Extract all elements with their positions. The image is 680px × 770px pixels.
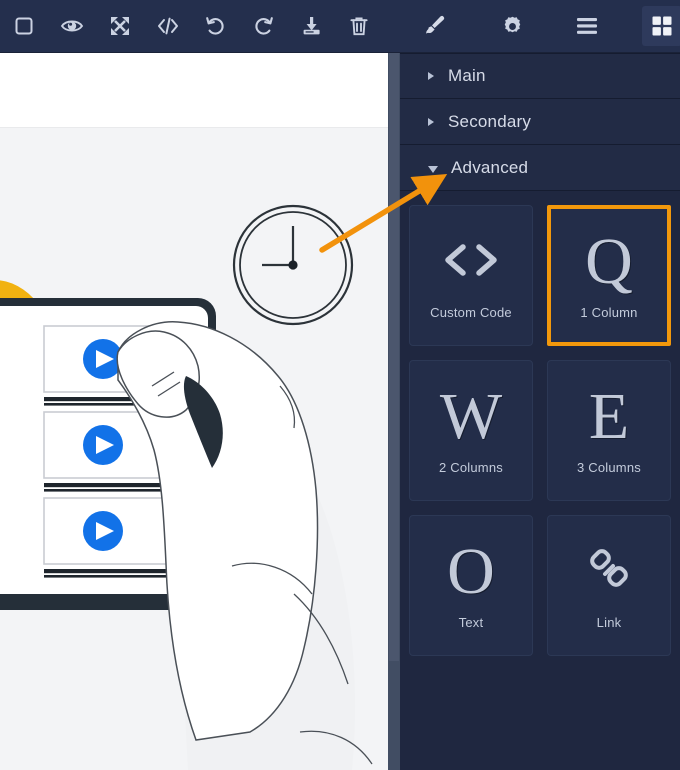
trash-icon (348, 15, 370, 37)
letter-w-glyph: W (439, 379, 503, 453)
letter-e-glyph: E (588, 379, 630, 453)
block-tile-label: Custom Code (430, 305, 512, 320)
canvas-top-blank (0, 53, 388, 128)
layers-icon-button[interactable] (567, 6, 607, 46)
chevron-right-icon (428, 117, 434, 126)
chevron-right-icon (428, 72, 434, 80)
sidebar-section-secondary[interactable]: Secondary (400, 99, 680, 145)
sidebar-section-secondary-label: Secondary (448, 111, 532, 131)
letter-q-glyph: Q (585, 224, 633, 298)
frame-icon-button[interactable] (4, 6, 44, 46)
download-icon-button[interactable] (291, 6, 331, 46)
gear-icon (501, 15, 524, 38)
illustration-artwork (0, 204, 373, 770)
sidebar-section-main-label: Main (448, 66, 486, 85)
download-icon (300, 15, 323, 37)
block-tile-link[interactable]: Link (547, 515, 671, 656)
block-tile-label: 1 Column (580, 305, 638, 321)
layers-icon (575, 16, 599, 36)
canvas-scrollbar[interactable] (388, 53, 400, 770)
editor-canvas[interactable] (0, 53, 388, 770)
chain-link-icon (586, 541, 632, 599)
sidebar-section-main[interactable]: Main (400, 53, 680, 99)
code-icon (156, 15, 180, 37)
blocks-sidebar: Main Secondary Advanced Custom Code Q 1 … (400, 53, 680, 770)
blocks-grid-icon-button[interactable] (642, 6, 680, 46)
block-tile-label: Text (458, 615, 484, 631)
trash-icon-button[interactable] (339, 6, 379, 46)
chevron-down-icon (428, 165, 438, 173)
app-root: Main Secondary Advanced Custom Code Q 1 … (0, 0, 680, 770)
block-tile-label: Link (596, 615, 622, 630)
brush-icon-button[interactable] (415, 6, 455, 46)
brush-icon (423, 14, 447, 38)
top-toolbar (0, 0, 680, 53)
redo-icon (252, 15, 275, 37)
fullscreen-icon (109, 15, 131, 37)
block-tile-text[interactable]: O Text (409, 515, 533, 656)
block-tile-3-columns[interactable]: E 3 Columns (547, 360, 671, 501)
block-tile-label: 3 Columns (577, 460, 641, 476)
sidebar-section-advanced-label: Advanced (451, 157, 529, 177)
block-tile-1-column[interactable]: Q 1 Column (547, 205, 671, 346)
sidebar-section-advanced[interactable]: Advanced (400, 145, 680, 191)
preview-eye-icon (60, 15, 84, 37)
undo-icon-button[interactable] (195, 6, 235, 46)
letter-o-glyph: O (447, 534, 495, 608)
blocks-grid-icon (651, 15, 673, 37)
canvas-illustration[interactable] (0, 128, 388, 770)
blocks-grid: Custom Code Q 1 Column W 2 Columns E 3 C… (400, 191, 680, 656)
code-icon-button[interactable] (148, 6, 188, 46)
preview-eye-icon-button[interactable] (52, 6, 92, 46)
undo-icon (204, 15, 227, 37)
angle-brackets-icon (442, 231, 500, 289)
blocks-accordion: Main Secondary Advanced (400, 53, 680, 191)
frame-icon (13, 15, 35, 37)
block-tile-2-columns[interactable]: W 2 Columns (409, 360, 533, 501)
redo-icon-button[interactable] (243, 6, 283, 46)
block-tile-custom-code[interactable]: Custom Code (409, 205, 533, 346)
fullscreen-icon-button[interactable] (100, 6, 140, 46)
gear-icon-button[interactable] (492, 6, 532, 46)
canvas-scrollbar-thumb[interactable] (389, 53, 399, 661)
block-tile-label: 2 Columns (439, 460, 503, 476)
